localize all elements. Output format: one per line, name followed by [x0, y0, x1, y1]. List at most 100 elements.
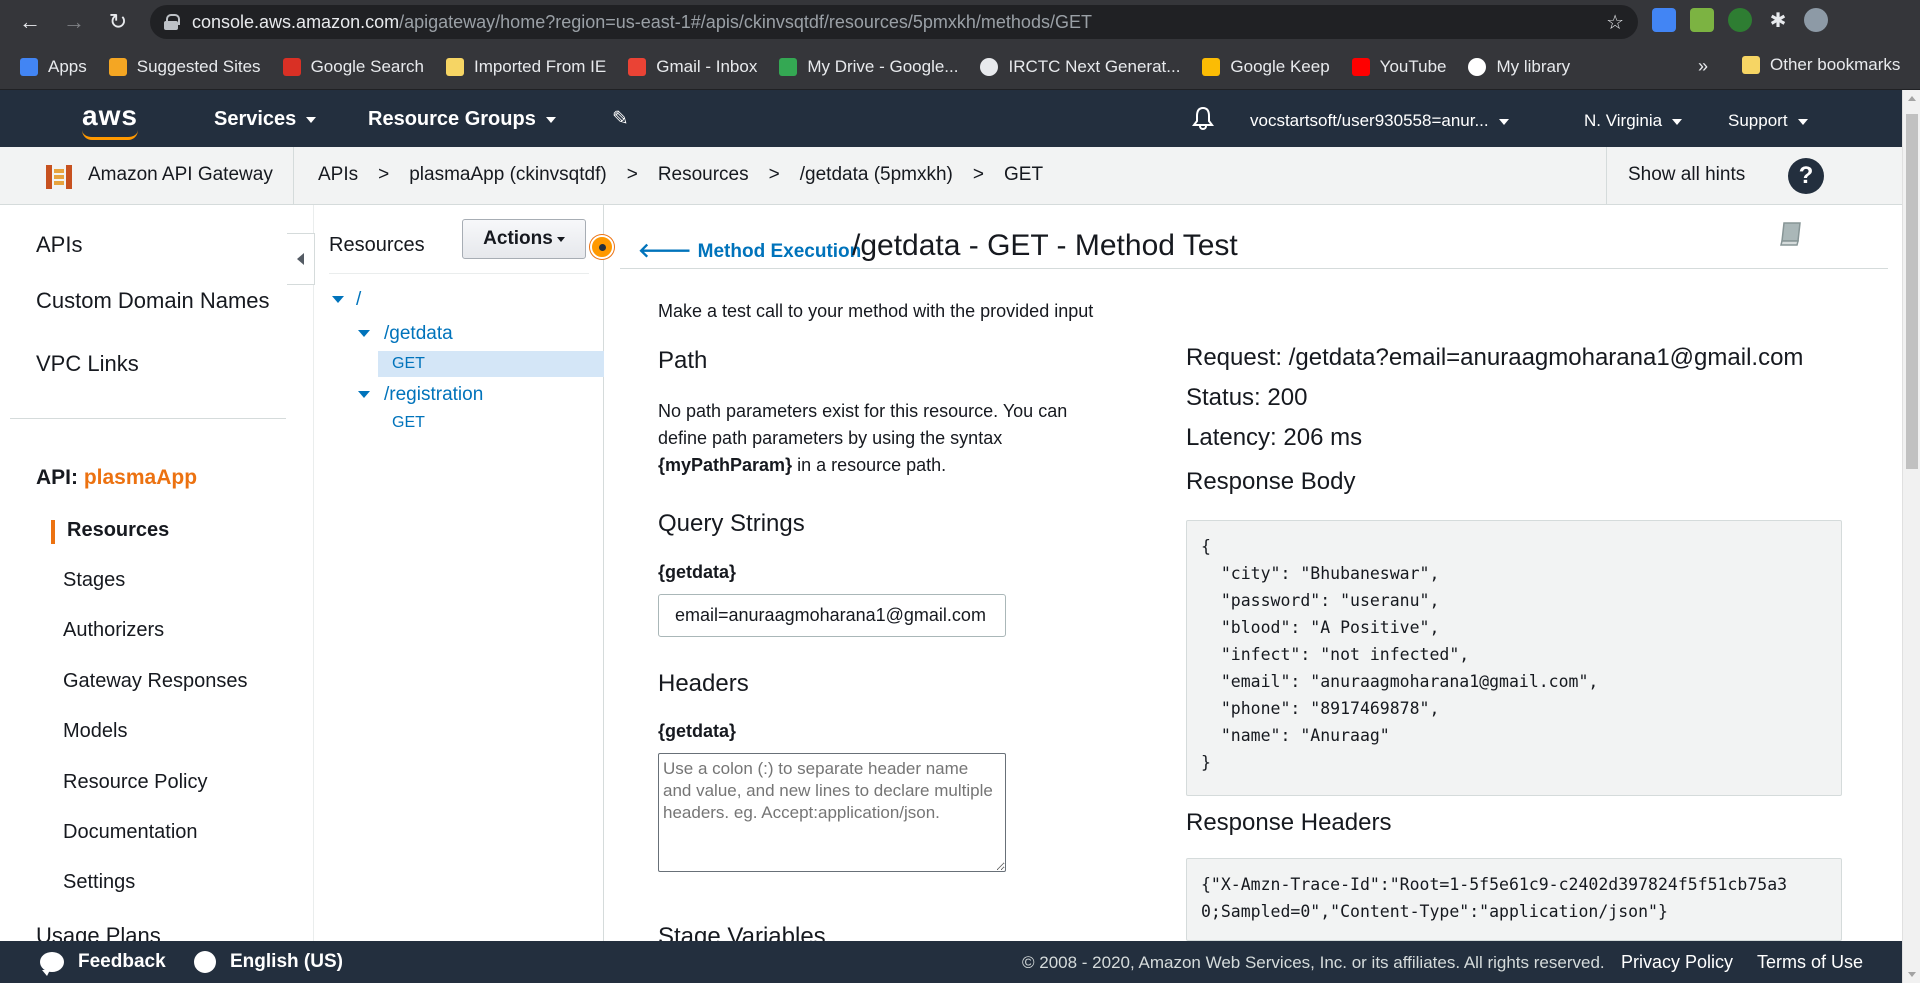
scroll-down-icon[interactable]: [1908, 972, 1916, 977]
extension-icon[interactable]: [1728, 8, 1752, 32]
bookmark-label: Gmail - Inbox: [656, 56, 758, 76]
expand-triangle-icon[interactable]: [358, 330, 370, 337]
other-bookmarks[interactable]: Other bookmarks: [1742, 55, 1900, 75]
pin-icon[interactable]: ✎: [612, 106, 629, 131]
breadcrumb-api[interactable]: plasmaApp (ckinvsqtdf): [409, 164, 606, 186]
support-menu[interactable]: Support: [1728, 111, 1808, 131]
reload-icon[interactable]: ↻: [98, 2, 138, 42]
breadcrumb: APIs > plasmaApp (ckinvsqtdf) > Resource…: [318, 164, 1043, 186]
nav-vpc-links[interactable]: VPC Links: [36, 351, 139, 377]
nav-models[interactable]: Models: [63, 720, 127, 743]
support-label: Support: [1728, 111, 1788, 130]
bookmarks-bar: Apps Suggested Sites Google Search Impor…: [0, 44, 1920, 90]
resource-getdata[interactable]: /getdata: [384, 323, 453, 345]
nav-documentation[interactable]: Documentation: [63, 821, 198, 844]
nav-gateway-responses[interactable]: Gateway Responses: [63, 670, 248, 693]
query-strings-heading: Query Strings: [658, 510, 805, 537]
service-title[interactable]: Amazon API Gateway: [88, 164, 273, 186]
image-extension-icon[interactable]: [1690, 8, 1714, 32]
breadcrumb-resources[interactable]: Resources: [658, 164, 749, 186]
terms-of-use-link[interactable]: Terms of Use: [1757, 952, 1863, 973]
aws-logo[interactable]: aws: [82, 100, 138, 132]
api-prefix: API:: [36, 466, 78, 489]
bookmark-suggested-sites[interactable]: Suggested Sites: [108, 57, 261, 77]
account-menu[interactable]: vocstartsoft/user930558=anur...: [1250, 111, 1509, 131]
bookmark-label: Google Search: [310, 56, 424, 76]
nav-stages[interactable]: Stages: [63, 569, 125, 592]
resource-registration[interactable]: /registration: [384, 384, 483, 406]
nav-settings[interactable]: Settings: [63, 871, 135, 894]
path-heading: Path: [658, 347, 708, 374]
services-label: Services: [214, 108, 297, 130]
back-arrow-icon[interactable]: ←: [10, 2, 50, 42]
region-menu[interactable]: N. Virginia: [1584, 111, 1683, 131]
bell-icon[interactable]: [1192, 106, 1214, 130]
actions-label: Actions: [483, 228, 553, 249]
drive-icon: [779, 57, 798, 76]
expand-triangle-icon[interactable]: [358, 391, 370, 398]
page-scrollbar[interactable]: [1902, 90, 1920, 983]
method-getdata-get[interactable]: GET: [392, 355, 425, 373]
bookmark-imported-from-ie[interactable]: Imported From IE: [445, 57, 606, 77]
stage-variables-heading: Stage Variables: [658, 923, 826, 941]
chevron-down-icon: [306, 116, 317, 123]
address-bar[interactable]: console.aws.amazon.com/apigateway/home?r…: [150, 5, 1638, 39]
feedback-button[interactable]: Feedback: [40, 951, 166, 976]
nav-authorizers[interactable]: Authorizers: [63, 619, 164, 642]
nav-usage-plans[interactable]: Usage Plans: [36, 923, 161, 941]
bookmark-gmail[interactable]: Gmail - Inbox: [628, 57, 757, 77]
breadcrumb-resource[interactable]: /getdata (5pmxkh): [800, 164, 953, 186]
bookmark-irctc[interactable]: IRCTC Next Generat...: [980, 57, 1180, 77]
expand-triangle-icon[interactable]: [332, 296, 344, 303]
bookmark-my-drive[interactable]: My Drive - Google...: [779, 57, 958, 77]
intro-text: Make a test call to your method with the…: [658, 301, 1094, 321]
bookmark-label: My library: [1496, 56, 1571, 76]
method-execution-link[interactable]: 🡐 Method Execution: [638, 238, 861, 263]
translate-extension-icon[interactable]: [1652, 8, 1676, 32]
resource-root[interactable]: /: [356, 289, 361, 311]
account-label: vocstartsoft/user930558=anur...: [1250, 111, 1489, 130]
privacy-policy-link[interactable]: Privacy Policy: [1621, 952, 1733, 973]
aws-smile-logo: [82, 130, 138, 140]
services-menu[interactable]: Services: [214, 108, 317, 131]
help-icon[interactable]: ?: [1788, 158, 1824, 194]
collapse-nav-button[interactable]: [287, 233, 315, 285]
profile-avatar[interactable]: [1804, 8, 1828, 32]
scroll-up-icon[interactable]: [1908, 96, 1916, 101]
globe-icon: [194, 951, 216, 973]
scrollbar-thumb[interactable]: [1906, 114, 1918, 469]
nav-resource-policy[interactable]: Resource Policy: [63, 771, 208, 794]
response-headers: {"X-Amzn-Trace-Id":"Root=1-5f5e61c9-c240…: [1186, 858, 1842, 941]
nav-custom-domain-names[interactable]: Custom Domain Names: [36, 288, 270, 314]
bookmark-google-search[interactable]: Google Search: [282, 56, 424, 77]
left-navigation: APIs Custom Domain Names VPC Links API: …: [0, 205, 314, 941]
method-registration-get[interactable]: GET: [392, 414, 425, 432]
puzzle-icon[interactable]: ✱: [1766, 8, 1790, 32]
api-name[interactable]: plasmaApp: [84, 466, 197, 489]
show-all-hints-button[interactable]: Show all hints: [1628, 164, 1745, 186]
breadcrumb-separator: >: [972, 164, 984, 185]
request-line: Request: /getdata?email=anuraagmoharana1…: [1186, 344, 1804, 371]
headers-textarea[interactable]: [658, 753, 1006, 872]
actions-button[interactable]: Actions: [462, 219, 586, 259]
bookmark-my-library[interactable]: My library: [1468, 57, 1570, 77]
home-icon: [282, 57, 301, 76]
globe-icon: [980, 57, 999, 76]
bookmark-apps[interactable]: Apps: [20, 57, 87, 77]
query-strings-input[interactable]: [658, 594, 1006, 637]
resource-groups-menu[interactable]: Resource Groups: [368, 108, 556, 131]
documentation-book-icon[interactable]: [1778, 219, 1806, 247]
forward-arrow-icon[interactable]: →: [54, 2, 94, 42]
bookmark-youtube[interactable]: YouTube: [1351, 57, 1446, 77]
chevron-left-icon: [297, 253, 304, 265]
star-icon[interactable]: ☆: [1606, 10, 1624, 35]
language-selector[interactable]: English (US): [194, 951, 343, 973]
nav-resources[interactable]: Resources: [67, 519, 169, 542]
copyright-text: © 2008 - 2020, Amazon Web Services, Inc.…: [1022, 953, 1605, 972]
nav-apis[interactable]: APIs: [36, 232, 82, 258]
breadcrumb-apis[interactable]: APIs: [318, 164, 358, 186]
path-text-part: in a resource path.: [792, 455, 947, 475]
more-bookmarks-icon[interactable]: »: [1698, 56, 1708, 77]
google-icon: [1468, 57, 1487, 76]
bookmark-google-keep[interactable]: Google Keep: [1202, 57, 1330, 77]
